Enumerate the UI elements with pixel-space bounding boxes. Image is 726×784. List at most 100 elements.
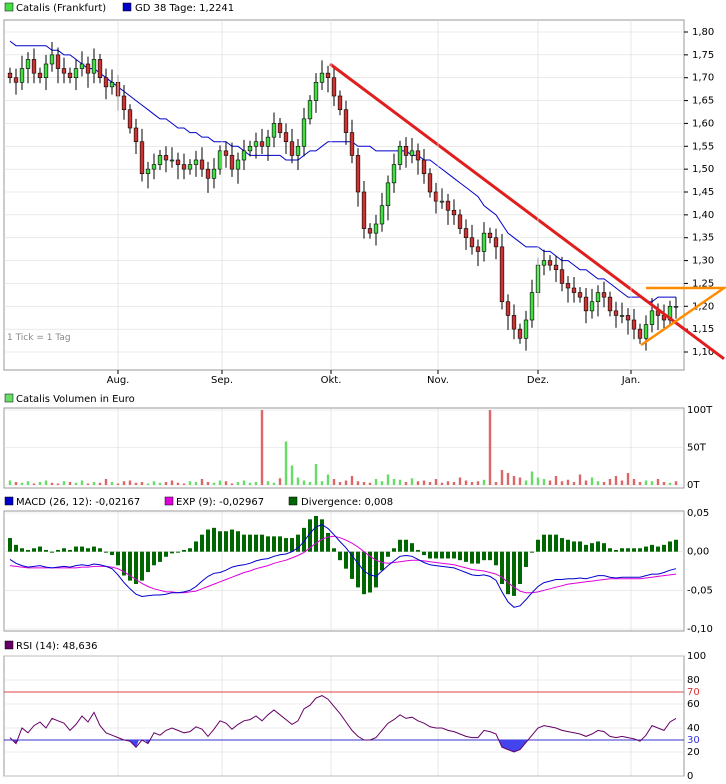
candle-body	[181, 164, 187, 170]
volume-bar	[32, 483, 36, 485]
legend-swatch-price	[4, 2, 14, 12]
volume-bar	[176, 482, 180, 485]
macd-y-axis: 0,05 0,00 -0,05 -0,10	[687, 508, 713, 635]
candle-body	[61, 68, 67, 74]
divergence-bar	[26, 549, 30, 552]
candle-body	[67, 72, 73, 79]
candle-body	[607, 296, 613, 312]
divergence-bar	[266, 536, 270, 552]
candle-body	[457, 214, 463, 229]
rsi-tick-label: 20	[687, 747, 700, 758]
legend-swatch-rsi	[4, 640, 14, 650]
candle-body	[469, 237, 475, 248]
candle-body	[379, 205, 385, 225]
volume-bar	[236, 482, 240, 485]
divergence-bar	[44, 549, 48, 552]
candle-body	[289, 141, 295, 156]
candle-body	[523, 319, 529, 339]
divergence-bar	[530, 551, 534, 553]
candle-body	[643, 324, 649, 339]
rsi-tick-label: 60	[687, 699, 700, 710]
divergence-bar	[74, 546, 78, 552]
candle-body	[391, 164, 397, 184]
candle-body	[613, 310, 619, 316]
volume-bar	[50, 482, 54, 485]
divergence-bar	[248, 534, 252, 552]
divergence-bar	[440, 551, 444, 559]
candle-body	[19, 68, 25, 83]
divergence-bar	[506, 551, 510, 595]
month-label: Dez.	[527, 375, 549, 386]
volume-bar	[194, 482, 198, 485]
candle-body	[649, 310, 655, 325]
price-panel: Catalis (Frankfurt) GD 38 Tage: 1,2241 1…	[3, 2, 726, 776]
month-label: Jan.	[621, 375, 641, 386]
volume-bar	[266, 481, 270, 485]
divergence-bars	[8, 515, 678, 596]
candle-body	[451, 209, 457, 216]
volume-bar	[140, 482, 144, 485]
candle-body	[385, 182, 391, 207]
divergence-bar	[212, 527, 216, 552]
candle-body	[565, 283, 571, 289]
candle-body	[157, 155, 163, 165]
candle-body	[481, 232, 487, 252]
volume-bar	[644, 480, 648, 485]
volume-bar	[224, 481, 228, 485]
divergence-bar	[98, 548, 102, 552]
candle-body	[49, 54, 55, 65]
volume-bar	[122, 481, 126, 485]
candle-body	[319, 72, 325, 83]
volume-bar	[464, 480, 468, 485]
candle-body	[55, 54, 61, 69]
divergence-bar	[548, 534, 552, 552]
candle-body	[343, 109, 349, 133]
divergence-bar	[518, 551, 522, 584]
volume-bar	[614, 476, 618, 485]
candle-body	[499, 246, 505, 303]
macd-tick-label: 0,05	[687, 508, 709, 519]
volume-bar	[200, 479, 204, 485]
candle-body	[103, 77, 109, 88]
price-tick-label: 1,45	[692, 187, 714, 198]
price-tick-label: 1,35	[692, 233, 714, 244]
candle-body	[151, 164, 157, 170]
volume-bar	[170, 480, 174, 485]
candle-body	[31, 59, 37, 74]
candle-body	[127, 109, 133, 129]
rsi-tick-label: 70	[687, 687, 700, 698]
trend-overlay	[329, 62, 726, 361]
volume-bar	[278, 478, 282, 485]
divergence-bar	[224, 531, 228, 552]
candle-body	[445, 200, 451, 211]
volume-bar	[368, 482, 372, 485]
rsi-tick-label: 40	[687, 723, 700, 734]
volume-bar	[374, 479, 378, 485]
divergence-bar	[206, 529, 210, 552]
divergence-bar	[332, 548, 336, 552]
volume-bar	[392, 479, 396, 485]
macd-tick-label: -0,10	[687, 624, 713, 635]
volume-bar	[416, 481, 420, 485]
macd-panel-frame	[3, 510, 685, 632]
candle-body	[601, 292, 607, 298]
volume-bar	[428, 482, 432, 485]
candle-body	[283, 132, 289, 143]
volume-bar	[560, 481, 564, 485]
volume-bar	[656, 479, 660, 485]
candle-body	[265, 136, 271, 147]
volume-bar	[500, 470, 504, 485]
divergence-bar	[386, 551, 390, 557]
divergence-bar	[590, 543, 594, 552]
divergence-bar	[536, 539, 540, 552]
candle-body	[505, 301, 511, 316]
volume-bar	[80, 480, 84, 485]
volume-bar	[506, 473, 510, 485]
volume-bar	[308, 482, 312, 485]
divergence-bar	[80, 546, 84, 552]
candle-body	[247, 145, 253, 152]
macd-tick-label: 0,00	[687, 547, 709, 558]
candle-body	[85, 63, 91, 74]
volume-bar	[494, 482, 498, 485]
candle-body	[121, 95, 127, 111]
